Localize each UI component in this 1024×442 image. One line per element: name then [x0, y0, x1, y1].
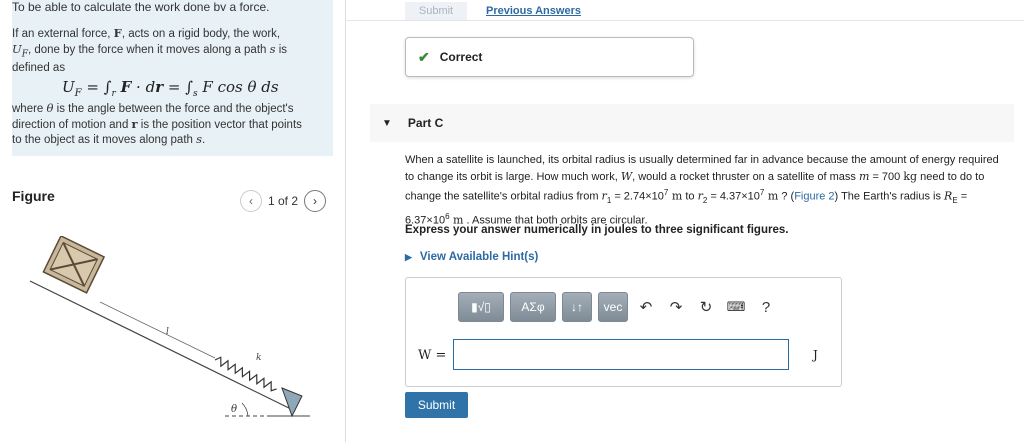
arrows-icon: ↓↑ — [571, 300, 583, 314]
part-title: Part C — [407, 116, 444, 130]
theta-label: θ — [231, 404, 237, 415]
symbols-icon: ΑΣφ — [521, 300, 545, 314]
unit-label: J — [813, 348, 818, 362]
question-text: When a satellite is launched, its orbita… — [405, 152, 1010, 230]
hints-label: View Available Hint(s) — [419, 251, 539, 263]
correct-feedback: ✔ Correct — [405, 37, 694, 77]
answer-input[interactable] — [453, 339, 789, 370]
part-c-header[interactable]: ▼ Part C — [370, 104, 1014, 142]
pager-text: 1 of 2 — [268, 194, 299, 208]
chevron-right-icon: › — [313, 194, 318, 208]
templates-icon: ▮√▯ — [471, 300, 491, 314]
correct-label: Correct — [439, 50, 483, 64]
work-formula: UF = ∫r F · dr = ∫s F cos θ ds — [62, 78, 279, 99]
express-instructions: Express your answer numerically in joule… — [405, 224, 789, 236]
math-toolbar: ▮√▯ ΑΣφ ↓↑ vec ↶ ↷ ↻ ⌨ ? — [458, 292, 778, 322]
figure-label: Figure — [12, 188, 55, 204]
q-var-m: m — [858, 169, 870, 183]
q-seg: , would a rocket thruster on a satellite… — [632, 170, 859, 183]
q-seg: to — [682, 190, 698, 203]
column-divider — [345, 0, 346, 442]
checkmark-icon: ✔ — [418, 48, 430, 65]
intro-cut-text: To be able to calculate the work done by… — [12, 2, 270, 11]
next-figure-button[interactable]: › — [304, 190, 327, 212]
top-rule — [345, 20, 1024, 21]
q-seg: ) The Earth's radius is — [834, 190, 945, 203]
answer-box: ▮√▯ ΑΣφ ↓↑ vec ↶ ↷ ↻ ⌨ ? W = J — [405, 277, 842, 387]
greek-symbols-button[interactable]: ΑΣφ — [510, 292, 556, 322]
previous-answers-link[interactable]: Previous Answers — [486, 5, 581, 17]
undo-icon[interactable]: ↶ — [634, 295, 658, 319]
caret-down-icon: ▼ — [382, 117, 392, 129]
chevron-left-icon: ‹ — [249, 194, 253, 208]
prev-figure-button[interactable]: ‹ — [240, 190, 262, 212]
vec-label: vec — [603, 300, 623, 314]
subscript-superscript-button[interactable]: ↓↑ — [562, 292, 592, 322]
view-hints-link[interactable]: ▶ View Available Hint(s) — [405, 251, 538, 263]
q-seg: ? ( — [778, 190, 795, 203]
q-unit-kg: kg — [903, 169, 918, 183]
w-label: W = — [418, 348, 447, 363]
q-unit-m: m — [764, 189, 779, 203]
help-button[interactable]: ? — [754, 295, 778, 319]
submit-button[interactable]: Submit — [405, 392, 468, 418]
redo-icon[interactable]: ↷ — [664, 295, 688, 319]
intro-paragraph: If an external force, F, acts on a rigid… — [12, 26, 288, 75]
previous-submit-button[interactable]: Submit — [405, 2, 467, 20]
length-label: l — [166, 327, 169, 337]
q-unit-m: m — [668, 189, 683, 203]
figure-2-link[interactable]: Figure 2 — [794, 191, 834, 203]
templates-button[interactable]: ▮√▯ — [458, 292, 504, 322]
reset-icon[interactable]: ↻ — [694, 295, 718, 319]
q-var-w: W — [620, 169, 633, 183]
figure-pager: ‹ 1 of 2 › — [240, 190, 327, 212]
q-seg: = 700 — [869, 170, 904, 183]
q-seg: = 4.37×10 — [707, 190, 760, 203]
spring-constant-label: k — [256, 353, 261, 363]
incline-figure: l k θ — [29, 236, 310, 418]
q-seg: = 2.74×10 — [611, 190, 664, 203]
caret-right-icon: ▶ — [405, 251, 412, 262]
vector-button[interactable]: vec — [598, 292, 628, 322]
definition-paragraph: where θ is the angle between the force a… — [12, 101, 302, 146]
keyboard-icon[interactable]: ⌨ — [724, 295, 748, 319]
